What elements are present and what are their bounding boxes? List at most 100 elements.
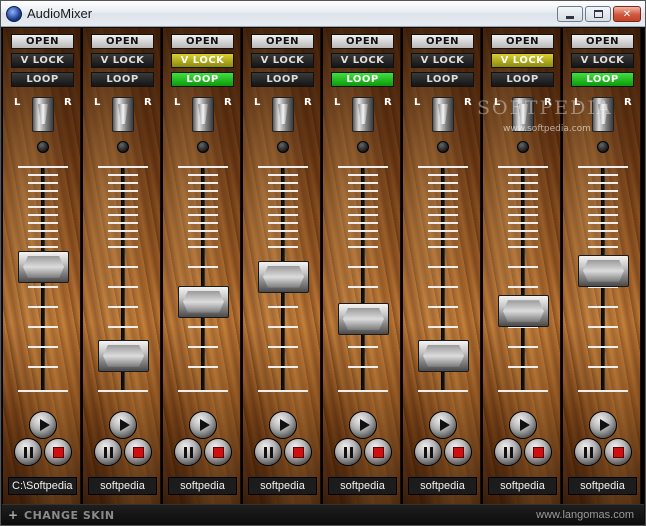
pause-button[interactable] bbox=[14, 438, 42, 466]
fader-tick bbox=[188, 190, 218, 192]
close-button[interactable]: ✕ bbox=[613, 6, 641, 22]
stop-button[interactable] bbox=[364, 438, 392, 466]
play-button[interactable] bbox=[589, 411, 617, 439]
fader-tick bbox=[108, 306, 138, 308]
title-bar[interactable]: AudioMixer ✕ bbox=[1, 1, 645, 27]
fader-tick bbox=[508, 366, 538, 368]
loop-toggle[interactable]: LOOP bbox=[91, 72, 154, 87]
play-button[interactable] bbox=[29, 411, 57, 439]
pan-knob[interactable] bbox=[32, 97, 54, 132]
play-button[interactable] bbox=[109, 411, 137, 439]
minimize-button[interactable] bbox=[557, 6, 583, 22]
volume-fader[interactable] bbox=[418, 339, 469, 372]
pause-button[interactable] bbox=[494, 438, 522, 466]
volume-fader[interactable] bbox=[338, 303, 389, 336]
app-window: AudioMixer ✕ OPEN V LOCK LOOP L R C:\Softpedi… bbox=[0, 0, 646, 526]
pan-knob[interactable] bbox=[112, 97, 134, 132]
vlock-toggle[interactable]: V LOCK bbox=[331, 53, 394, 68]
volume-fader[interactable] bbox=[498, 295, 549, 328]
fader-tick bbox=[268, 230, 298, 232]
open-button[interactable]: OPEN bbox=[11, 34, 74, 49]
volume-fader[interactable] bbox=[258, 260, 309, 293]
fader-tick bbox=[428, 214, 458, 216]
loop-toggle[interactable]: LOOP bbox=[171, 72, 234, 87]
loop-toggle[interactable]: LOOP bbox=[491, 72, 554, 87]
play-icon bbox=[279, 419, 290, 431]
play-icon bbox=[39, 419, 50, 431]
fader-tick bbox=[338, 390, 388, 392]
fader-tick bbox=[178, 390, 228, 392]
pause-button[interactable] bbox=[414, 438, 442, 466]
fader-tick bbox=[508, 174, 538, 176]
fader-tick bbox=[508, 190, 538, 192]
play-button[interactable] bbox=[189, 411, 217, 439]
volume-fader[interactable] bbox=[98, 339, 149, 372]
loop-toggle[interactable]: LOOP bbox=[571, 72, 634, 87]
close-icon: ✕ bbox=[622, 8, 632, 20]
pan-knob[interactable] bbox=[272, 97, 294, 132]
vlock-toggle[interactable]: V LOCK bbox=[11, 53, 74, 68]
vlock-toggle[interactable]: V LOCK bbox=[251, 53, 314, 68]
pause-button[interactable] bbox=[174, 438, 202, 466]
volume-fader[interactable] bbox=[18, 250, 69, 283]
stop-button[interactable] bbox=[284, 438, 312, 466]
vlock-toggle[interactable]: V LOCK bbox=[571, 53, 634, 68]
fader-tick bbox=[28, 214, 58, 216]
fader-tick bbox=[588, 230, 618, 232]
open-button[interactable]: OPEN bbox=[411, 34, 474, 49]
pause-button[interactable] bbox=[254, 438, 282, 466]
stop-button[interactable] bbox=[124, 438, 152, 466]
open-button[interactable]: OPEN bbox=[571, 34, 634, 49]
change-skin-button[interactable]: CHANGE SKIN bbox=[24, 509, 115, 522]
play-button[interactable] bbox=[429, 411, 457, 439]
play-button[interactable] bbox=[269, 411, 297, 439]
open-button[interactable]: OPEN bbox=[331, 34, 394, 49]
volume-fader[interactable] bbox=[178, 285, 229, 318]
fader-tick bbox=[188, 246, 218, 248]
fader-tick bbox=[188, 206, 218, 208]
open-button[interactable]: OPEN bbox=[171, 34, 234, 49]
loop-toggle[interactable]: LOOP bbox=[251, 72, 314, 87]
open-button[interactable]: OPEN bbox=[251, 34, 314, 49]
play-button[interactable] bbox=[349, 411, 377, 439]
channel-strip: OPEN V LOCK LOOP L Rsoftpedia bbox=[242, 28, 321, 504]
fader-tick bbox=[348, 214, 378, 216]
pause-button[interactable] bbox=[574, 438, 602, 466]
pause-button[interactable] bbox=[334, 438, 362, 466]
stop-button[interactable] bbox=[524, 438, 552, 466]
open-button[interactable]: OPEN bbox=[91, 34, 154, 49]
maximize-button[interactable] bbox=[585, 6, 611, 22]
watermark-brand: SOFTPEDIA bbox=[477, 97, 613, 119]
vlock-toggle[interactable]: V LOCK bbox=[171, 53, 234, 68]
fader-tick bbox=[588, 206, 618, 208]
fader-tick bbox=[108, 246, 138, 248]
vlock-toggle[interactable]: V LOCK bbox=[411, 53, 474, 68]
vlock-toggle[interactable]: V LOCK bbox=[491, 53, 554, 68]
vlock-toggle[interactable]: V LOCK bbox=[91, 53, 154, 68]
pan-knob[interactable] bbox=[352, 97, 374, 132]
fader-tick bbox=[28, 246, 58, 248]
pan-knob[interactable] bbox=[432, 97, 454, 132]
stop-button[interactable] bbox=[604, 438, 632, 466]
credit-link[interactable]: www.langomas.com bbox=[536, 509, 634, 521]
stop-button[interactable] bbox=[444, 438, 472, 466]
fader-tick bbox=[418, 390, 468, 392]
plus-icon[interactable]: + bbox=[8, 508, 18, 522]
loop-toggle[interactable]: LOOP bbox=[11, 72, 74, 87]
volume-fader[interactable] bbox=[578, 254, 629, 287]
fader-tick bbox=[108, 190, 138, 192]
play-button[interactable] bbox=[509, 411, 537, 439]
pause-button[interactable] bbox=[94, 438, 122, 466]
fader-tick bbox=[188, 198, 218, 200]
loop-toggle[interactable]: LOOP bbox=[411, 72, 474, 87]
fader-tick bbox=[28, 222, 58, 224]
play-icon bbox=[359, 419, 370, 431]
pan-left-label: L bbox=[414, 97, 421, 108]
stop-button[interactable] bbox=[44, 438, 72, 466]
pan-knob[interactable] bbox=[192, 97, 214, 132]
fader-tick bbox=[588, 190, 618, 192]
loop-toggle[interactable]: LOOP bbox=[331, 72, 394, 87]
stop-button[interactable] bbox=[204, 438, 232, 466]
fader-tick bbox=[588, 198, 618, 200]
open-button[interactable]: OPEN bbox=[491, 34, 554, 49]
